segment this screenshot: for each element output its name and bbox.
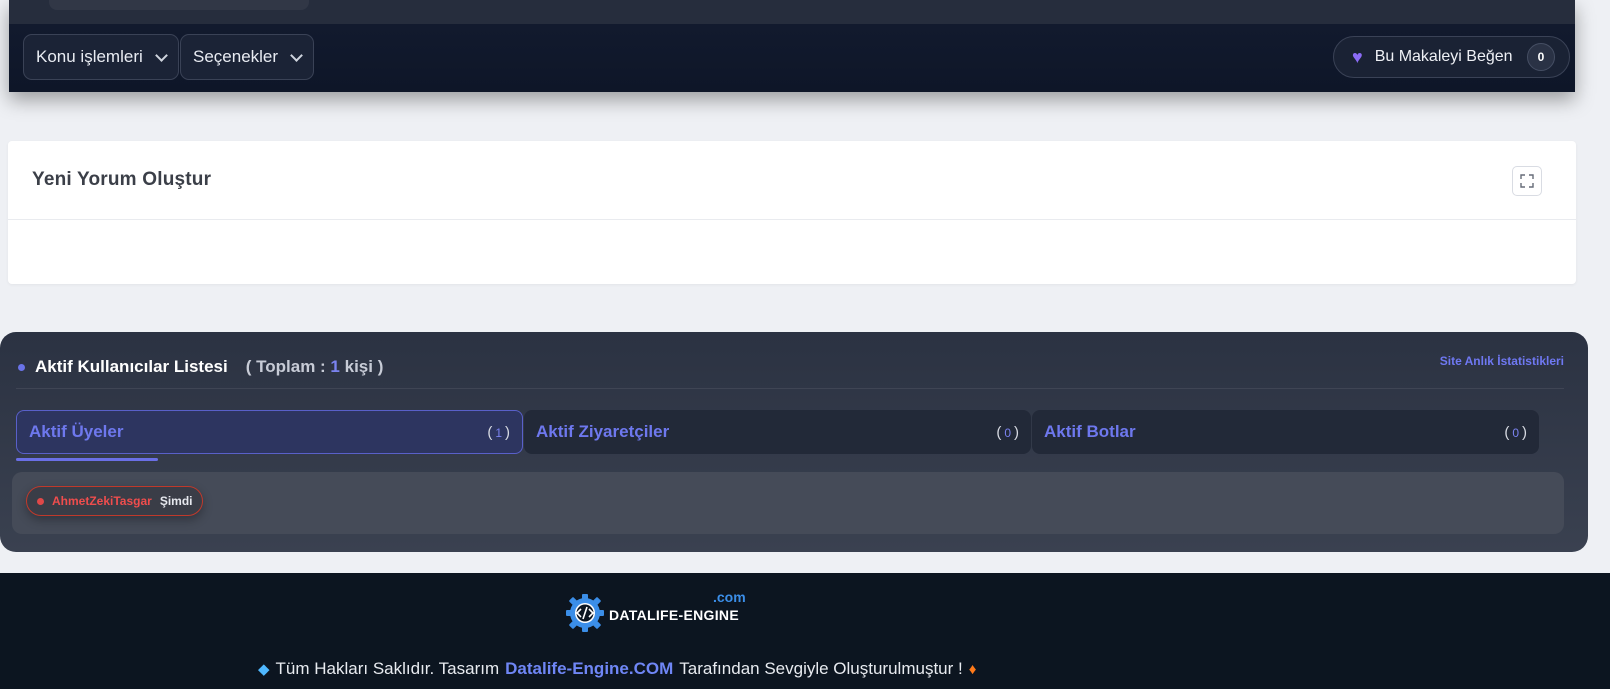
copyright-suffix: Tarafından Sevgiyle Oluşturulmuştur ! [679, 659, 963, 678]
copyright-text: ◆ Tüm Hakları Saklıdır. Tasarım Datalife… [258, 659, 976, 679]
tab-count-value: 0 [1004, 425, 1011, 440]
tab-active-members[interactable]: Aktif Üyeler (1) [16, 410, 523, 454]
active-users-header: Aktif Kullanıcılar Listesi ( Toplam : 1 … [18, 352, 383, 382]
chevron-down-icon [290, 48, 303, 62]
user-chip[interactable]: AhmetZekiTasgar Şimdi [26, 486, 204, 516]
active-user-list: AhmetZekiTasgar Şimdi [12, 472, 1564, 534]
total-count: 1 [330, 357, 340, 376]
tab-count-value: 1 [495, 425, 502, 440]
toolbar-top-strip [49, 0, 309, 10]
diamond-icon: ◆ [258, 661, 270, 678]
like-article-button[interactable]: ♥ Bu Makaleyi Beğen 0 [1333, 36, 1570, 78]
new-comment-panel: Yeni Yorum Oluştur [8, 141, 1576, 284]
user-name: AhmetZekiTasgar [52, 494, 152, 508]
active-users-title: Aktif Kullanıcılar Listesi [35, 357, 228, 376]
heart-icon: ♥ [1352, 46, 1363, 67]
divider [16, 388, 1564, 389]
topic-actions-label: Konu işlemleri [36, 47, 143, 66]
comment-panel-title: Yeni Yorum Oluştur [32, 169, 212, 190]
online-dot-icon [37, 497, 44, 505]
like-count-badge: 0 [1527, 43, 1555, 71]
article-toolbar: Konu işlemleri Seçenekler ♥ Bu Makaleyi … [9, 0, 1575, 92]
chevron-down-icon [154, 48, 168, 62]
copyright-prefix: Tüm Hakları Saklıdır. Tasarım [275, 659, 500, 678]
total-suffix: kişi ) [344, 357, 384, 376]
like-label: Bu Makaleyi Beğen [1374, 48, 1513, 65]
topic-actions-button[interactable]: Konu işlemleri [23, 34, 179, 80]
tab-label: Aktif Botlar [1044, 422, 1136, 441]
tab-count: (0) [996, 423, 1019, 441]
logo-suffix: .com [713, 589, 746, 605]
tab-label: Aktif Ziyaretçiler [536, 422, 670, 441]
comment-panel-header: Yeni Yorum Oluştur [8, 141, 1576, 220]
active-users-panel: Aktif Kullanıcılar Listesi ( Toplam : 1 … [0, 332, 1588, 552]
site-footer: DATALIFE-ENGINE .com ◆ Tüm Hakları Saklı… [0, 573, 1610, 689]
options-label: Seçenekler [193, 47, 279, 66]
bullet-dot-icon [18, 363, 25, 371]
active-tab-indicator [16, 458, 158, 461]
tab-label: Aktif Üyeler [29, 422, 124, 441]
expand-icon[interactable] [1512, 166, 1542, 196]
user-time: Şimdi [159, 494, 193, 508]
tab-active-visitors[interactable]: Aktif Ziyaretçiler (0) [524, 410, 1031, 454]
brand-link[interactable]: Datalife-Engine.COM [505, 659, 673, 679]
active-users-total: ( Toplam : 1 kişi ) [246, 357, 384, 377]
tab-count: (0) [1504, 423, 1527, 441]
gear-code-icon [566, 594, 604, 632]
options-button[interactable]: Seçenekler [180, 34, 315, 80]
logo-text: DATALIFE-ENGINE [609, 607, 739, 623]
tab-active-bots[interactable]: Aktif Botlar (0) [1032, 410, 1539, 454]
site-stats-link[interactable]: Site Anlık İstatistikleri [1440, 354, 1564, 368]
total-prefix: ( Toplam : [245, 357, 326, 376]
tab-count-value: 0 [1512, 425, 1519, 440]
footer-logo[interactable]: DATALIFE-ENGINE .com [565, 589, 746, 633]
fire-icon: ♦ [968, 660, 977, 678]
tab-count: (1) [487, 423, 510, 441]
